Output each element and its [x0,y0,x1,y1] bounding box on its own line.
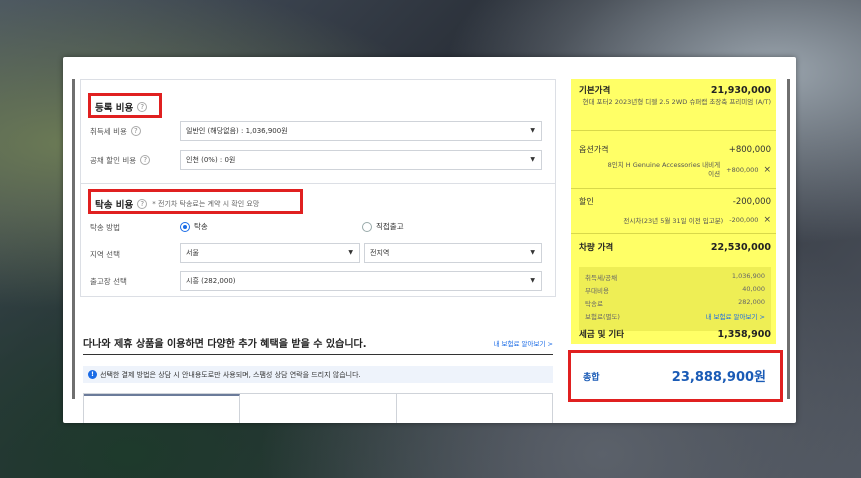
total-box: 총합 23,888,900원 [568,350,783,402]
delivery-section: 탁송 비용 ? * 전기차 탁송료는 계약 시 확인 요망 탁송 방법 탁송 직… [80,183,556,297]
fee-value: 282,000 [738,298,765,306]
divider [571,233,776,234]
acquisition-tax-value: 일반인 (해당없음) : 1,036,900원 [186,127,288,135]
region-value: 서울 [186,249,199,257]
option-item-value: +800,000 [726,166,759,174]
info-bar: ! 선택한 결제 방법은 상담 시 안내용도로만 사용되며, 스팸성 상담 연락… [83,366,553,383]
factory-value: 시흥 (282,000) [186,277,236,285]
radio-pickup-label: 직접출고 [376,222,404,231]
fee-row: 부대비용 40,000 [585,285,765,295]
option-item-name: 8인치 H Genuine Accessories 내비게이션 [607,161,721,178]
base-price-value: 21,930,000 [710,84,771,96]
region-label: 지역 선택 [90,249,120,259]
promo-text: 다나와 제휴 상품을 이용하면 다양한 추가 혜택을 받을 수 있습니다. [83,339,367,350]
payment-tab[interactable] [240,394,397,423]
factory-select[interactable]: 시흥 (282,000) ▼ [180,271,542,291]
chevron-down-icon: ▼ [530,249,535,256]
fee-value: 40,000 [742,285,765,293]
tax-row: 세금 및 기타 1,358,900 [579,328,772,341]
insurance-link[interactable]: 내 보험료 알아보기 > [706,311,766,321]
divider [571,188,776,189]
vehicle-price-value: 22,530,000 [710,241,771,253]
chevron-down-icon: ▼ [530,277,535,284]
insurance-link[interactable]: 내 보험료 알아보기 > [494,338,554,348]
registration-section: 등록 비용 ? 취득세 비용 ? 일반인 (해당없음) : 1,036,900원… [80,79,556,184]
promo-row: 다나와 제휴 상품을 이용하면 다양한 추가 혜택을 받을 수 있습니다. 내 … [83,335,553,350]
total-label: 총합 [583,373,600,383]
discount-item: 전시차(23년 5월 31일 이전 입고분) -200,000 × [579,215,771,225]
tax-label: 세금 및 기타 [579,330,625,340]
discount-label: 할인 [579,197,594,206]
fee-row: 탁송료 282,000 [585,298,765,308]
fee-label: 취득세/공채 [585,274,618,282]
fee-row: 보험료(별도) 내 보험료 알아보기 > [585,311,765,321]
help-icon[interactable]: ? [140,155,151,165]
bond-discount-label: 공채 할인 비용 ? [90,153,151,167]
discount-item-name: 전시차(23년 5월 31일 이전 입고분) [623,217,724,225]
chevron-down-icon: ▼ [530,127,535,134]
fee-value: 1,036,900 [731,272,765,280]
divider [83,354,553,355]
factory-label: 출고장 선택 [90,276,127,286]
bond-discount-value: 인천 (0%) : 0원 [186,156,236,164]
base-price-desc: 현대 포터2 2023년형 디젤 2.5 2WD 슈퍼캡 초장축 프리미엄 (A… [582,98,772,106]
bond-discount-select[interactable]: 인천 (0%) : 0원 ▼ [180,150,542,170]
acquisition-tax-select[interactable]: 일반인 (해당없음) : 1,036,900원 ▼ [180,121,542,141]
district-select[interactable]: 전지역 ▼ [364,243,542,263]
close-icon[interactable]: × [763,215,771,225]
fee-label: 부대비용 [585,287,609,295]
option-price-row: 옵션가격 +800,000 [579,144,771,155]
option-price-value: +800,000 [728,144,771,155]
help-icon[interactable]: ? [130,126,141,136]
divider [571,130,776,131]
delivery-method-label: 탁송 방법 [90,222,120,232]
acquisition-tax-label: 취득세 비용 ? [90,124,141,138]
fee-label: 탁송료 [585,300,603,308]
radio-delivery[interactable]: 탁송 [180,221,208,232]
delivery-highlight [88,189,303,214]
vehicle-price-label: 차량 가격 [579,243,614,253]
radio-pickup[interactable]: 직접출고 [362,221,404,232]
region-select[interactable]: 서울 ▼ [180,243,360,263]
info-icon: ! [88,370,97,379]
tax-value: 1,358,900 [717,328,772,340]
total-value: 23,888,900원 [671,370,766,385]
right-scrollbar[interactable] [787,79,790,399]
chevron-down-icon: ▼ [348,249,353,256]
base-price-row: 기본가격 21,930,000 [579,84,771,97]
option-item: 8인치 H Genuine Accessories 내비게이션 +800,000… [579,161,771,179]
fee-label: 보험료(별도) [585,313,620,321]
acquisition-tax-label-text: 취득세 비용 [90,126,127,136]
bond-discount-label-text: 공채 할인 비용 [90,155,137,165]
base-price-label: 기본가격 [579,86,611,96]
payment-tab[interactable] [84,394,241,423]
discount-item-value: -200,000 [729,216,759,224]
payment-tab[interactable] [397,394,552,423]
left-scrollbar [72,79,75,399]
radio-delivery-label: 탁송 [194,222,208,231]
fees-box: 취득세/공채 1,036,900 부대비용 40,000 탁송료 282,000… [579,267,771,331]
vehicle-price-row: 차량 가격 22,530,000 [579,241,771,254]
registration-highlight [88,93,162,118]
chevron-down-icon: ▼ [530,156,535,163]
payment-tabs [83,393,553,423]
discount-value: -200,000 [732,196,771,207]
option-price-label: 옵션가격 [579,145,609,154]
radio-unselected-icon [362,221,372,232]
discount-row: 할인 -200,000 [579,196,771,207]
cost-calculator-card: 등록 비용 ? 취득세 비용 ? 일반인 (해당없음) : 1,036,900원… [63,57,796,423]
price-summary-panel: 기본가격 21,930,000 현대 포터2 2023년형 디젤 2.5 2WD… [571,79,776,344]
info-text: 선택한 결제 방법은 상담 시 안내용도로만 사용되며, 스팸성 상담 연락을 … [100,370,361,379]
fee-row: 취득세/공채 1,036,900 [585,272,765,282]
district-value: 전지역 [370,249,390,257]
close-icon[interactable]: × [763,165,771,175]
radio-selected-icon [180,221,190,232]
